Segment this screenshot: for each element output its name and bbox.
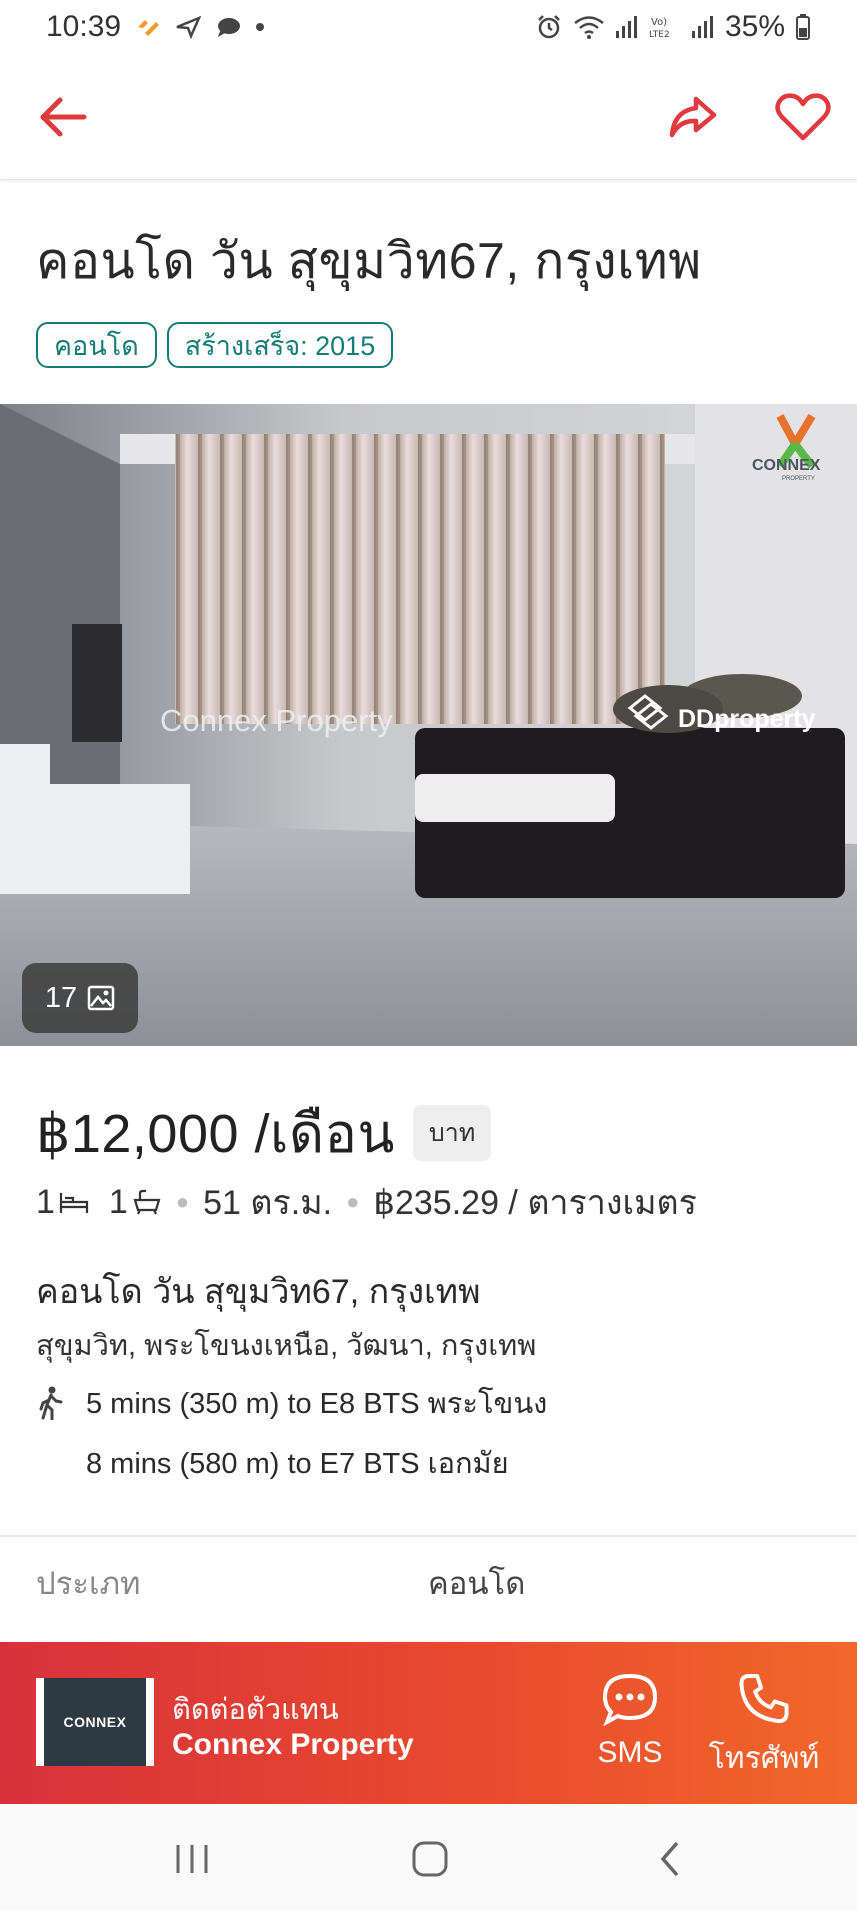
agent-name[interactable]: Connex Property xyxy=(172,1728,414,1762)
volte-icon: Vo) LTE2 xyxy=(649,14,681,40)
sms-button[interactable]: SMS xyxy=(590,1672,670,1782)
nav-back-button[interactable] xyxy=(640,1834,700,1884)
wifi-icon xyxy=(573,14,605,40)
area: 51 ตร.ม. xyxy=(203,1184,333,1222)
favorite-button[interactable] xyxy=(772,86,834,148)
recent-apps-icon xyxy=(176,1845,208,1873)
photo-count: 17 xyxy=(44,981,78,1014)
photo-count-badge[interactable]: 17 xyxy=(22,963,138,1033)
recent-apps-button[interactable] xyxy=(162,1834,222,1884)
tag-list: คอนโด สร้างเสร็จ: 2015 xyxy=(36,322,394,368)
contact-agent-label: ติดต่อตัวแทน xyxy=(172,1694,339,1726)
phone-icon xyxy=(739,1673,789,1724)
app-bar xyxy=(0,54,857,180)
share-button[interactable] xyxy=(664,88,722,146)
signal-icon-2 xyxy=(691,15,715,39)
living-room-photo: Connex Property DDproperty CONNEX PROPER… xyxy=(0,404,857,1046)
transit-item: 8 mins (580 m) to E7 BTS เอกมัย xyxy=(86,1448,509,1480)
listing-title: คอนโด วัน สุขุมวิท67, กรุงเทพ xyxy=(36,233,702,289)
transit-item: 5 mins (350 m) to E8 BTS พระโขนง xyxy=(36,1380,547,1426)
back-button[interactable] xyxy=(34,88,92,146)
bed-icon xyxy=(59,1193,89,1213)
svg-text:LTE2: LTE2 xyxy=(649,30,670,40)
app-notification-icon xyxy=(135,15,161,39)
svg-text:Vo): Vo) xyxy=(651,17,667,28)
status-bar: 10:39 Vo) LTE2 35% xyxy=(0,0,857,54)
bath-icon xyxy=(133,1189,161,1215)
price-per-sqm: ฿235.29 / ตารางเมตร xyxy=(373,1184,697,1222)
battery-icon xyxy=(795,13,811,41)
specs-row: 1 1 ● 51 ตร.ม. ● ฿235.29 / ตารางเมตร xyxy=(36,1175,697,1229)
home-button[interactable] xyxy=(400,1834,460,1884)
home-icon xyxy=(412,1841,448,1877)
price: ฿12,000 /เดือน xyxy=(36,1104,395,1164)
portal-watermark: DDproperty xyxy=(678,705,816,733)
watermark-text: Connex Property xyxy=(160,703,393,738)
contact-bar: CONNEX ติดต่อตัวแทน Connex Property SMS … xyxy=(0,1642,857,1804)
call-button[interactable]: โทรศัพท์ xyxy=(694,1672,834,1782)
separator-dot: ● xyxy=(346,1189,360,1214)
alarm-icon xyxy=(535,13,563,41)
address-title: คอนโด วัน สุขุมวิท67, กรุงเทพ xyxy=(36,1273,481,1311)
detail-value-type: คอนโด xyxy=(428,1566,526,1601)
status-time: 10:39 xyxy=(46,10,122,43)
send-icon xyxy=(175,15,202,39)
battery-percent: 35% xyxy=(724,10,785,43)
chat-icon xyxy=(215,15,241,39)
share-icon xyxy=(669,96,717,138)
walk-icon xyxy=(36,1386,66,1420)
divider xyxy=(0,1535,857,1537)
address-subtitle: สุขุมวิท, พระโขนงเหนือ, วัฒนา, กรุงเทพ xyxy=(36,1330,537,1362)
more-notifications-icon xyxy=(255,22,265,32)
price-row: ฿12,000 /เดือน บาท xyxy=(36,1090,492,1176)
tag-completion-year: สร้างเสร็จ: 2015 xyxy=(166,322,394,368)
connex-watermark: CONNEX xyxy=(752,457,821,474)
arrow-left-icon xyxy=(40,97,87,137)
agent-logo[interactable]: CONNEX xyxy=(36,1678,154,1766)
chat-bubble-icon xyxy=(602,1673,658,1726)
chevron-left-icon xyxy=(660,1841,679,1877)
bathrooms: 1 xyxy=(109,1183,162,1222)
system-nav-bar xyxy=(0,1804,857,1911)
heart-icon xyxy=(775,93,831,141)
detail-label-type: ประเภท xyxy=(36,1566,141,1601)
listing-photo[interactable]: Connex Property DDproperty CONNEX PROPER… xyxy=(0,404,857,1046)
currency-badge: บาท xyxy=(412,1105,492,1161)
image-icon xyxy=(87,985,115,1011)
tag-property-type: คอนโด xyxy=(36,322,157,368)
signal-icon xyxy=(615,15,639,39)
separator-dot: ● xyxy=(175,1189,190,1214)
bedrooms: 1 xyxy=(36,1183,89,1222)
svg-text:PROPERTY: PROPERTY xyxy=(782,476,815,482)
